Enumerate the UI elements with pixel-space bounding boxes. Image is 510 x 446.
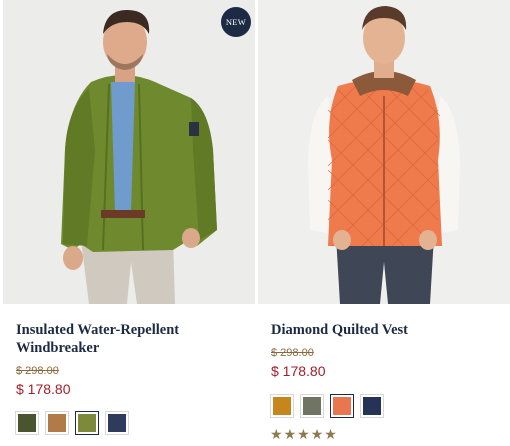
swatch-tan[interactable] [45, 411, 69, 435]
sale-price: $ 178.80 [271, 363, 326, 379]
product-title[interactable]: Diamond Quilted Vest [271, 321, 501, 339]
color-swatches [15, 411, 129, 435]
product-title[interactable]: Insulated Water-Repellent Windbreaker [16, 321, 246, 357]
rating-stars[interactable]: ★ ★ ★ ★ ★ [270, 427, 337, 443]
product-card-quilted-vest[interactable]: Diamond Quilted Vest $ 298.00 $ 178.80 ★… [258, 0, 510, 446]
star-icon: ★ [270, 427, 283, 443]
swatch-olive-dark[interactable] [15, 411, 39, 435]
swatch-navy[interactable] [105, 411, 129, 435]
swatch-navy[interactable] [360, 394, 384, 418]
product-grid: NEW Insulated Water-Repellent Windbreake… [0, 0, 510, 446]
product-image[interactable] [258, 0, 510, 304]
original-price: $ 298.00 [271, 347, 314, 359]
color-swatches [270, 394, 384, 418]
swatch-olive-grey[interactable] [300, 394, 324, 418]
product-image[interactable]: NEW [3, 0, 255, 304]
star-icon: ★ [283, 427, 297, 443]
sale-price: $ 178.80 [16, 381, 71, 397]
new-badge: NEW [221, 7, 251, 37]
swatch-orange[interactable] [330, 394, 354, 418]
product-card-windbreaker[interactable]: NEW Insulated Water-Repellent Windbreake… [3, 0, 255, 446]
star-icon: ★ [324, 427, 337, 443]
star-icon: ★ [297, 427, 310, 443]
swatch-mustard[interactable] [270, 394, 294, 418]
original-price: $ 298.00 [16, 365, 59, 377]
model-windbreaker-illustration [3, 0, 255, 304]
model-vest-illustration [258, 0, 510, 304]
swatch-green[interactable] [75, 411, 99, 435]
star-icon: ★ [310, 427, 324, 443]
